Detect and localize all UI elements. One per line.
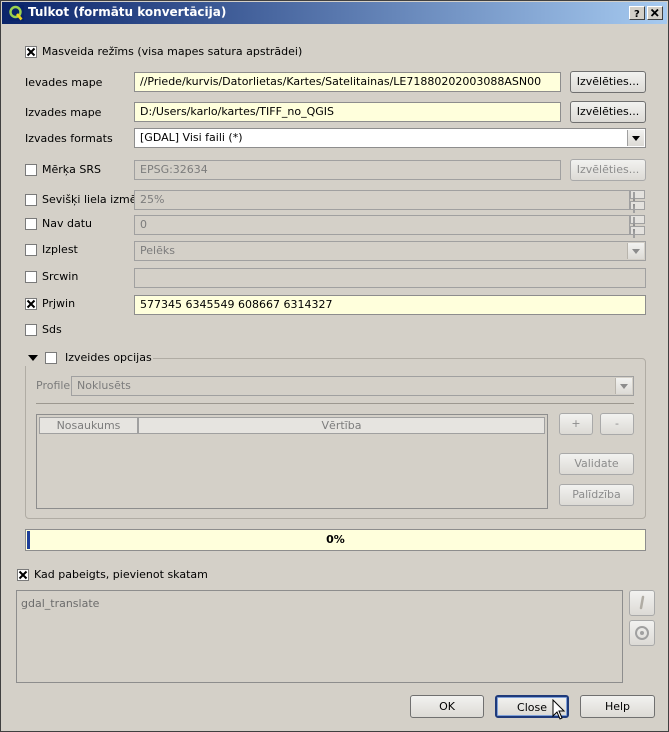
- outsize-checkbox[interactable]: [25, 194, 37, 206]
- output-format-select[interactable]: [GDAL] Visi faili (*): [134, 128, 646, 148]
- help-title-button[interactable]: ?: [629, 6, 645, 20]
- nodata-checkbox[interactable]: [25, 218, 37, 230]
- sds-checkbox[interactable]: [25, 324, 37, 336]
- nodata-label: Nav datu: [42, 217, 92, 230]
- expand-select[interactable]: Pelēks: [134, 241, 646, 261]
- col-header-value[interactable]: Vērtība: [138, 417, 545, 434]
- profile-value: Noklusēts: [77, 379, 131, 392]
- checkmark-icon: [18, 570, 28, 580]
- target-srs-browse-button[interactable]: Izvēlēties...: [570, 159, 646, 181]
- window-title: Tulkot (formātu konvertācija): [28, 5, 227, 19]
- question-icon: ?: [634, 9, 640, 20]
- load-when-done-label: Kad pabeigts, pievienot skatam: [34, 568, 208, 581]
- input-dir-label: Ievades mape: [25, 76, 103, 89]
- prjwin-field[interactable]: 577345 6345549 608667 6314327: [134, 295, 646, 315]
- checkmark-icon: [26, 299, 36, 309]
- spin-up-icon[interactable]: [630, 215, 645, 226]
- spin-down-icon[interactable]: [630, 201, 645, 213]
- expand-label: Izplest: [42, 243, 78, 256]
- chevron-down-icon: [627, 243, 644, 259]
- edit-command-button[interactable]: [629, 590, 655, 616]
- output-format-value: [GDAL] Visi faili (*): [140, 131, 243, 144]
- input-dir-field[interactable]: //Priede/kurvis/Datorlietas/Kartes/Satel…: [134, 72, 561, 92]
- title-bar[interactable]: Tulkot (formātu konvertācija) ?: [2, 2, 667, 24]
- creation-options-header: Izveides opcijas: [23, 350, 153, 366]
- options-table[interactable]: Nosaukums Vērtība: [36, 414, 548, 509]
- chevron-down-icon: [627, 130, 644, 146]
- profile-label: Profile: [36, 379, 71, 392]
- target-srs-checkbox[interactable]: [25, 164, 37, 176]
- collapse-arrow-icon[interactable]: [28, 355, 38, 361]
- output-dir-browse-button[interactable]: Izvēlēties...: [570, 101, 646, 123]
- command-textarea[interactable]: gdal_translate: [16, 590, 623, 683]
- checkmark-icon: [26, 47, 36, 57]
- remove-option-button[interactable]: -: [600, 413, 634, 435]
- close-icon: [650, 8, 659, 17]
- srcwin-checkbox[interactable]: [25, 271, 37, 283]
- ok-button[interactable]: OK: [410, 695, 484, 718]
- pencil-icon: [639, 595, 645, 610]
- load-when-done-checkbox[interactable]: [17, 569, 29, 581]
- close-title-button[interactable]: [647, 6, 663, 20]
- target-srs-field[interactable]: EPSG:32634: [134, 160, 561, 180]
- validate-button[interactable]: Validate: [559, 453, 634, 475]
- outsize-spinner[interactable]: [630, 190, 645, 213]
- output-format-label: Izvades formats: [25, 132, 113, 145]
- output-dir-field[interactable]: D:/Users/karlo/kartes/TIFF_no_QGIS: [134, 102, 561, 122]
- nodata-spinner[interactable]: [630, 215, 645, 238]
- sds-label: Sds: [42, 323, 62, 336]
- batch-mode-checkbox[interactable]: [25, 46, 37, 58]
- add-option-button[interactable]: +: [559, 413, 593, 435]
- expand-value: Pelēks: [140, 244, 175, 257]
- reset-command-button[interactable]: [629, 620, 655, 646]
- dialog-window: Tulkot (formātu konvertācija) ? Masveida…: [0, 0, 669, 732]
- help-button[interactable]: Help: [580, 695, 655, 718]
- profile-select[interactable]: Noklusēts: [71, 376, 634, 396]
- srcwin-label: Srcwin: [42, 270, 79, 283]
- progress-bar: 0%: [25, 529, 646, 551]
- qgis-logo-icon: [8, 5, 24, 21]
- output-dir-label: Izvades mape: [25, 106, 102, 119]
- nodata-spinbox[interactable]: 0: [134, 215, 630, 235]
- prjwin-checkbox[interactable]: [25, 298, 37, 310]
- creation-options-title: Izveides opcijas: [65, 351, 152, 364]
- profile-divider: [36, 403, 634, 404]
- prjwin-label: Prjwin: [42, 297, 76, 310]
- chevron-down-icon: [615, 378, 632, 394]
- svg-text:?: ?: [634, 9, 640, 19]
- spin-up-icon[interactable]: [630, 190, 645, 201]
- outsize-spinbox[interactable]: 25%: [134, 190, 630, 210]
- progress-text: 0%: [326, 533, 345, 546]
- spin-down-icon[interactable]: [630, 226, 645, 238]
- options-help-button[interactable]: Palīdzība: [559, 484, 634, 506]
- col-header-name[interactable]: Nosaukums: [39, 417, 138, 434]
- mouse-cursor-icon: [552, 699, 566, 720]
- reset-icon: [635, 626, 649, 640]
- target-srs-label: Mērķa SRS: [42, 163, 101, 176]
- expand-checkbox[interactable]: [25, 244, 37, 256]
- batch-mode-label: Masveida režīms (visa mapes satura apstr…: [42, 45, 303, 58]
- command-text: gdal_translate: [21, 597, 100, 610]
- creation-options-checkbox[interactable]: [45, 352, 57, 364]
- srcwin-field[interactable]: [134, 268, 646, 288]
- outsize-label: Sevišķi liela izmēr: [42, 193, 141, 206]
- input-dir-browse-button[interactable]: Izvēlēties...: [570, 71, 646, 93]
